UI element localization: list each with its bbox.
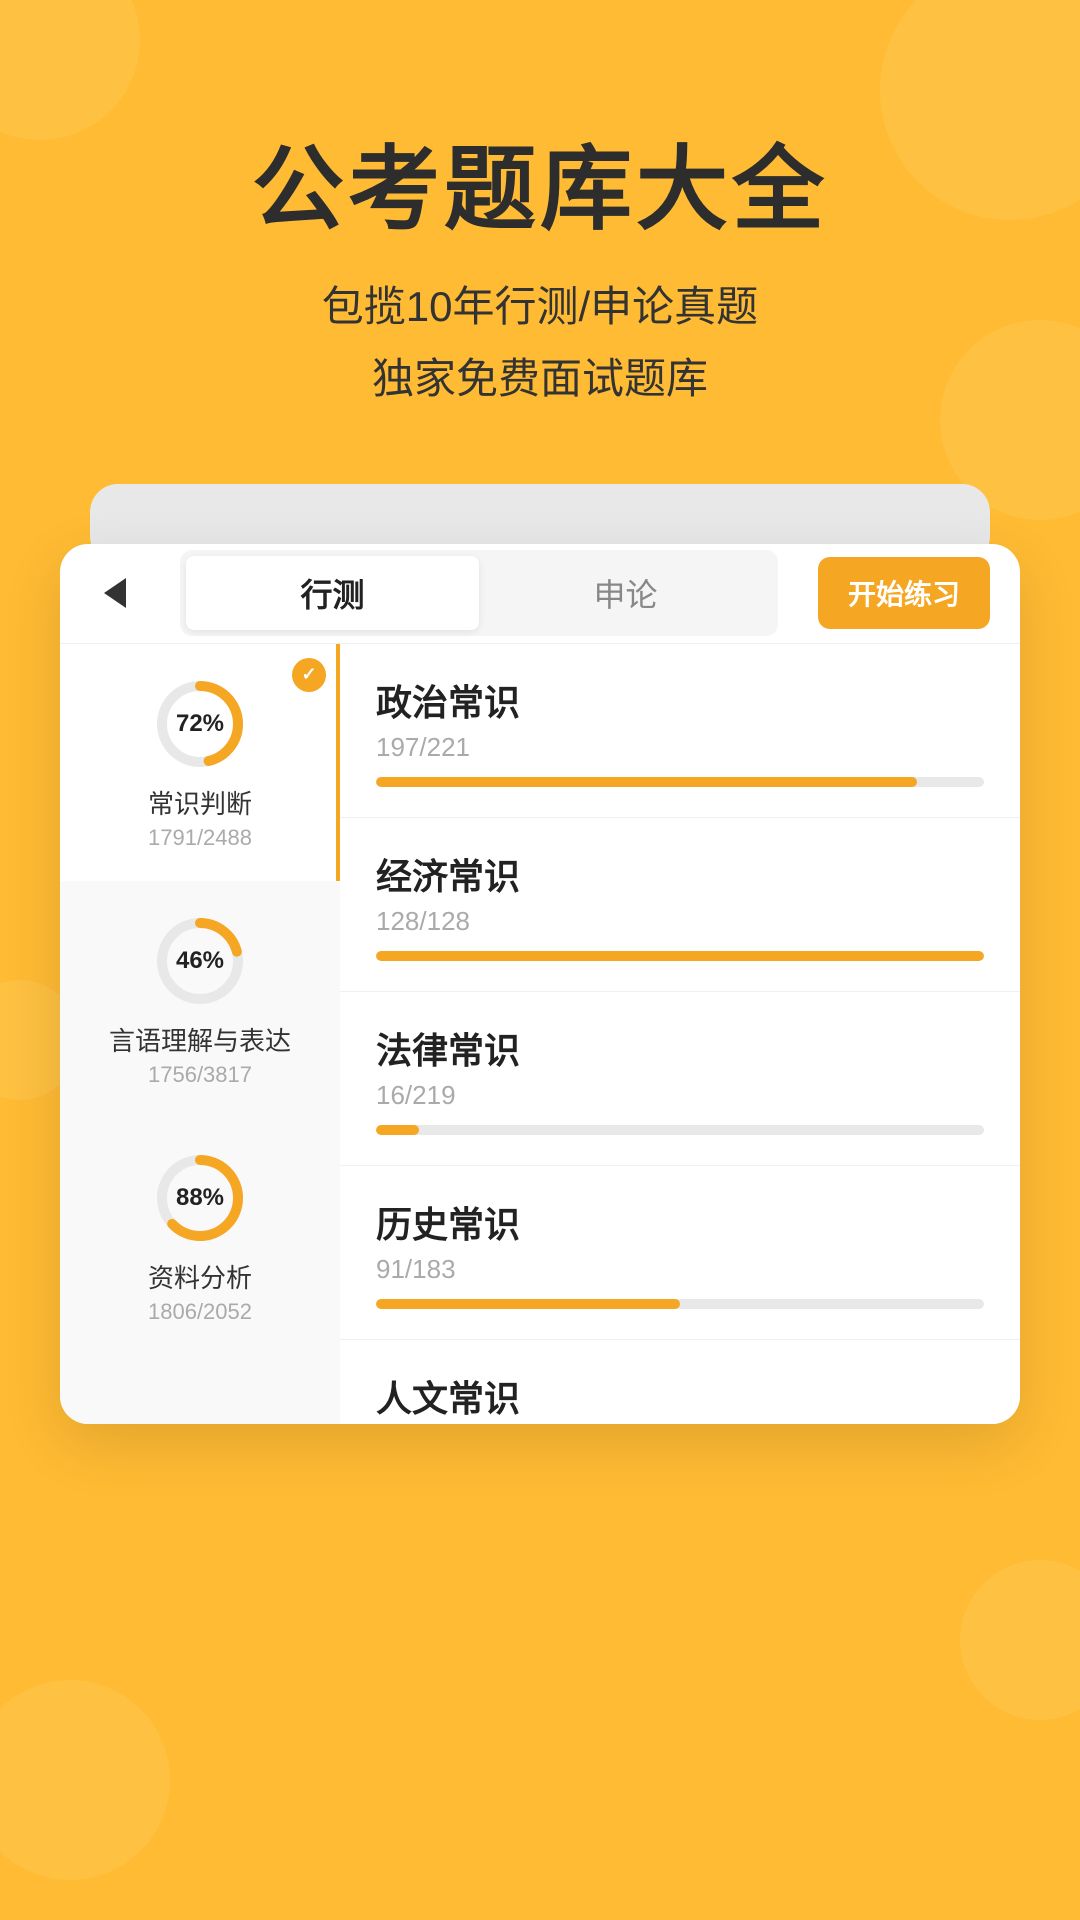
hero-title: 公考题库大全 — [0, 140, 1080, 241]
back-button[interactable] — [90, 568, 140, 618]
right-item-jingji[interactable]: 经济常识 128/128 — [340, 818, 1020, 992]
right-panel: 政治常识 197/221 经济常识 128/128 法律常识 — [340, 644, 1020, 1424]
donut-changjian: 72% — [150, 674, 250, 774]
left-panel: ✓ 72% 常识判断 1791/2488 — [60, 644, 340, 1424]
check-badge-changjian: ✓ — [292, 658, 326, 692]
right-item-lishi[interactable]: 历史常识 91/183 — [340, 1166, 1020, 1340]
subtitle-line1: 包揽10年行测/申论真题 — [0, 271, 1080, 342]
right-item-count-lishi: 91/183 — [376, 1254, 984, 1285]
tab-group: 行测 申论 — [180, 550, 778, 636]
card-header: 行测 申论 开始练习 — [60, 544, 1020, 644]
progress-bg-zhengzhi — [376, 777, 984, 787]
left-item-count-ziliao: 1806/2052 — [80, 1299, 320, 1325]
right-item-count-falv: 16/219 — [376, 1080, 984, 1111]
donut-label-yanyu: 46% — [176, 947, 224, 975]
tab-xingce[interactable]: 行测 — [186, 556, 479, 630]
progress-bg-lishi — [376, 1299, 984, 1309]
left-item-count-changjian: 1791/2488 — [80, 825, 320, 851]
progress-fill-falv — [376, 1125, 419, 1135]
donut-yanyu: 46% — [150, 911, 250, 1011]
right-item-zhengzhi[interactable]: 政治常识 197/221 — [340, 644, 1020, 818]
progress-fill-lishi — [376, 1299, 680, 1309]
left-item-name-changjian: 常识判断 — [80, 784, 320, 821]
donut-ziliao: 88% — [150, 1148, 250, 1248]
deco-circle-bottom-right — [960, 1560, 1080, 1720]
progress-bg-jingji — [376, 951, 984, 961]
right-item-renwen[interactable]: 人文常识 — [340, 1340, 1020, 1424]
left-item-changjian[interactable]: ✓ 72% 常识判断 1791/2488 — [60, 644, 340, 881]
subtitle-line2: 独家免费面试题库 — [0, 343, 1080, 414]
main-card: 行测 申论 开始练习 ✓ 72% — [60, 544, 1020, 1424]
right-item-name-zhengzhi: 政治常识 — [376, 674, 984, 726]
progress-fill-zhengzhi — [376, 777, 917, 787]
right-item-name-lishi: 历史常识 — [376, 1196, 984, 1248]
right-item-count-jingji: 128/128 — [376, 906, 984, 937]
right-item-name-jingji: 经济常识 — [376, 848, 984, 900]
left-item-ziliao[interactable]: 88% 资料分析 1806/2052 — [60, 1118, 340, 1355]
right-item-count-zhengzhi: 197/221 — [376, 732, 984, 763]
progress-fill-jingji — [376, 951, 984, 961]
tab-shenlun[interactable]: 申论 — [479, 556, 772, 630]
progress-bg-falv — [376, 1125, 984, 1135]
card-stack: 行测 申论 开始练习 ✓ 72% — [60, 464, 1020, 1424]
left-item-name-yanyu: 言语理解与表达 — [80, 1021, 320, 1058]
card-body: ✓ 72% 常识判断 1791/2488 — [60, 644, 1020, 1424]
back-icon — [104, 578, 126, 608]
hero-subtitle: 包揽10年行测/申论真题 独家免费面试题库 — [0, 271, 1080, 414]
left-item-count-yanyu: 1756/3817 — [80, 1062, 320, 1088]
left-item-yanyu[interactable]: 46% 言语理解与表达 1756/3817 — [60, 881, 340, 1118]
hero-section: 公考题库大全 包揽10年行测/申论真题 独家免费面试题库 — [0, 0, 1080, 464]
right-item-name-renwen: 人文常识 — [376, 1370, 984, 1422]
start-practice-button[interactable]: 开始练习 — [818, 557, 990, 629]
check-mark: ✓ — [301, 664, 316, 685]
left-item-name-ziliao: 资料分析 — [80, 1258, 320, 1295]
right-item-falv[interactable]: 法律常识 16/219 — [340, 992, 1020, 1166]
deco-circle-bottom-left — [0, 1680, 170, 1880]
donut-label-changjian: 72% — [176, 710, 224, 738]
right-item-name-falv: 法律常识 — [376, 1022, 984, 1074]
donut-label-ziliao: 88% — [176, 1184, 224, 1212]
